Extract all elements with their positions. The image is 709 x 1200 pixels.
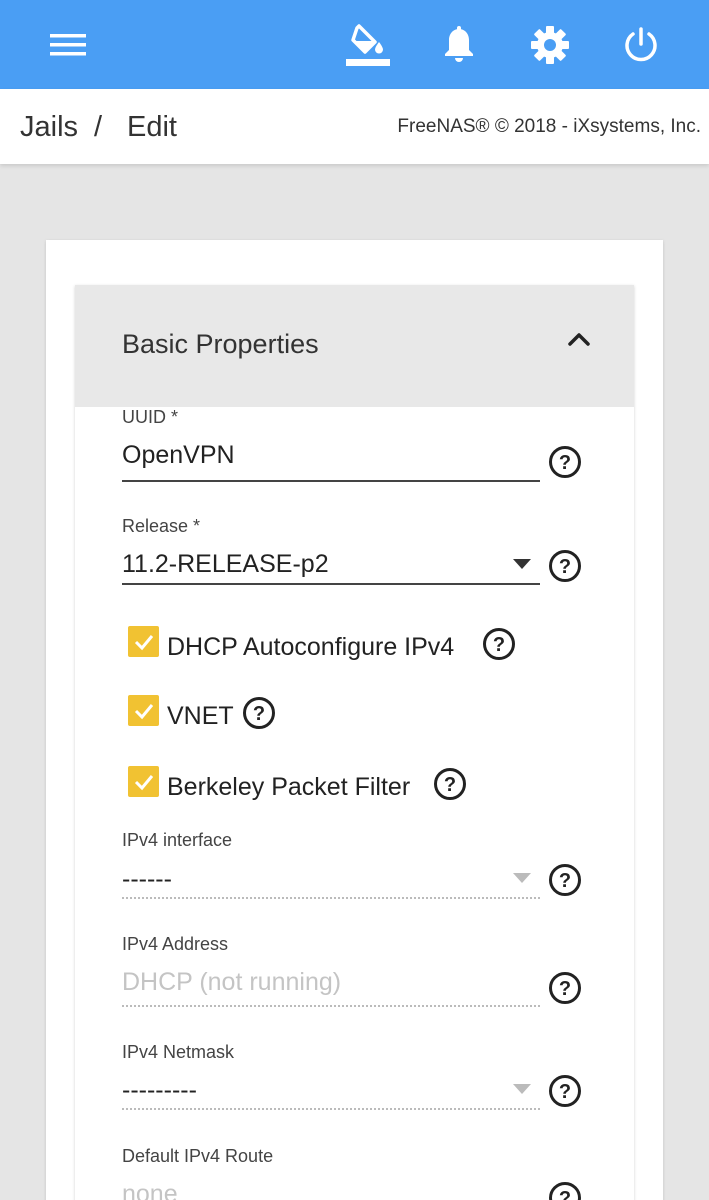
release-label: Release * (122, 516, 201, 536)
dhcp-label: DHCP Autoconfigure IPv4 (167, 633, 455, 661)
ipv4-address-underline (122, 1005, 540, 1007)
svg-text:?: ? (444, 774, 456, 796)
default-route-input[interactable]: none (122, 1180, 178, 1200)
ipv4-netmask-label: IPv4 Netmask (122, 1042, 235, 1062)
paint-bucket-icon[interactable] (345, 22, 391, 68)
svg-text:?: ? (559, 978, 571, 1000)
release-select[interactable]: 11.2-RELEASE-p2 (122, 550, 329, 579)
uuid-input[interactable]: OpenVPN (122, 441, 235, 470)
uuid-label: UUID * (122, 407, 179, 427)
panel-title: Basic Properties (122, 329, 319, 359)
uuid-help-icon[interactable]: ? (548, 445, 582, 479)
svg-text:?: ? (253, 703, 265, 725)
copyright-text: FreeNAS® © 2018 - iXsystems, Inc. (397, 116, 701, 137)
svg-text:?: ? (493, 634, 505, 656)
basic-properties-panel: Basic Properties UUID * OpenVPN ? Releas… (75, 285, 634, 1200)
ipv4-address-input[interactable]: DHCP (not running) (122, 968, 341, 997)
ipv4-interface-underline (122, 897, 540, 899)
vnet-help-icon[interactable]: ? (242, 696, 276, 730)
bpf-help-icon[interactable]: ? (433, 767, 467, 801)
release-dropdown-arrow[interactable] (513, 559, 531, 569)
bpf-checkbox[interactable] (128, 766, 159, 797)
ipv4-interface-help-icon[interactable]: ? (548, 863, 582, 897)
release-underline (122, 583, 540, 585)
bell-icon[interactable] (436, 22, 482, 68)
ipv4-netmask-select[interactable]: --------- (122, 1076, 197, 1105)
svg-text:?: ? (559, 556, 571, 578)
breadcrumb-current: Edit (127, 111, 177, 143)
ipv4-netmask-underline (122, 1108, 540, 1110)
dhcp-help-icon[interactable]: ? (482, 627, 516, 661)
power-icon[interactable] (618, 22, 664, 68)
breadcrumb-separator: / (94, 111, 103, 143)
breadcrumb: Jails / Edit FreeNAS® © 2018 - iXsystems… (0, 89, 709, 164)
chevron-up-icon[interactable] (565, 329, 593, 349)
bpf-label: Berkeley Packet Filter (167, 773, 411, 801)
default-route-label: Default IPv4 Route (122, 1146, 274, 1166)
vnet-label: VNET (167, 702, 234, 730)
ipv4-interface-label: IPv4 interface (122, 830, 233, 850)
dhcp-checkbox[interactable] (128, 626, 159, 657)
ipv4-interface-dropdown-arrow[interactable] (513, 873, 531, 883)
ipv4-netmask-dropdown-arrow[interactable] (513, 1084, 531, 1094)
ipv4-address-label: IPv4 Address (122, 934, 229, 954)
uuid-underline (122, 480, 540, 482)
check-icon (134, 703, 153, 719)
gear-icon[interactable] (527, 22, 573, 68)
svg-text:?: ? (559, 1188, 571, 1200)
check-icon (134, 774, 153, 790)
ipv4-netmask-help-icon[interactable]: ? (548, 1074, 582, 1108)
ipv4-address-help-icon[interactable]: ? (548, 971, 582, 1005)
svg-text:?: ? (559, 1081, 571, 1103)
form-card: Basic Properties UUID * OpenVPN ? Releas… (46, 240, 663, 1200)
breadcrumb-jails-link[interactable]: Jails (20, 111, 78, 144)
top-toolbar (0, 0, 709, 89)
menu-icon[interactable] (45, 22, 91, 68)
default-route-help-icon[interactable]: ? (548, 1181, 582, 1200)
vnet-checkbox[interactable] (128, 695, 159, 726)
ipv4-interface-select[interactable]: ------ (122, 865, 172, 894)
check-icon (134, 634, 153, 650)
svg-text:?: ? (559, 870, 571, 892)
svg-text:?: ? (559, 452, 571, 474)
panel-header[interactable]: Basic Properties (75, 285, 634, 407)
release-help-icon[interactable]: ? (548, 549, 582, 583)
